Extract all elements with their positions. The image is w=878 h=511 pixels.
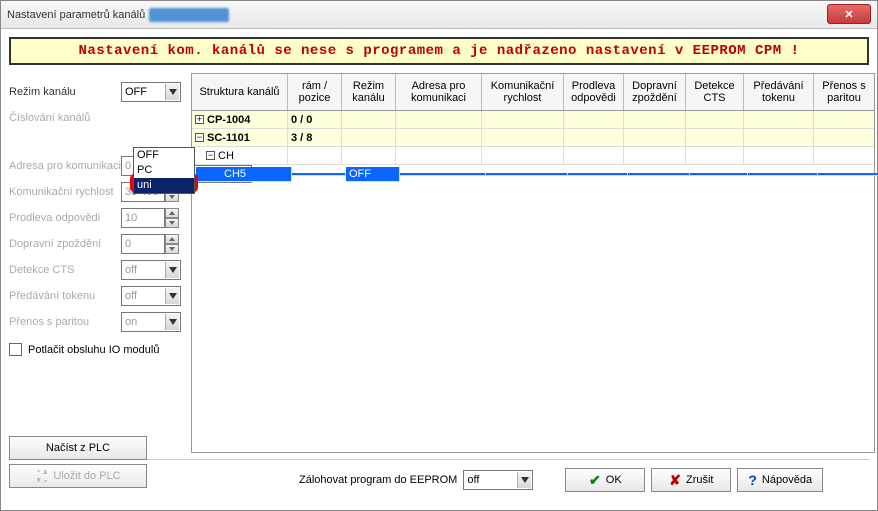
channel-grid: Struktura kanálůrám / poziceRežim kanálu… bbox=[191, 73, 875, 453]
chevron-down-icon bbox=[165, 262, 179, 278]
select-parita[interactable]: on bbox=[121, 312, 181, 332]
column-header[interactable]: Prodleva odpovědi bbox=[564, 74, 624, 110]
select-backup[interactable]: off bbox=[463, 470, 533, 490]
row-rezim-kanalu: Režim kanálu OFF bbox=[9, 81, 181, 103]
ok-button[interactable]: ✔ OK bbox=[565, 468, 645, 492]
column-header[interactable]: Dopravní zpoždění bbox=[624, 74, 686, 110]
column-header[interactable]: Adresa pro komunikaci bbox=[396, 74, 482, 110]
refresh-icon bbox=[35, 470, 49, 482]
collapse-icon[interactable]: − bbox=[195, 133, 204, 142]
label-detekce: Detekce CTS bbox=[9, 264, 121, 276]
column-header[interactable]: rám / pozice bbox=[288, 74, 342, 110]
label-rezim-kanalu: Režim kanálu bbox=[9, 86, 121, 98]
dropdown-option[interactable]: PC bbox=[134, 163, 194, 178]
table-row[interactable]: CH5OFF bbox=[192, 165, 252, 183]
chevron-down-icon bbox=[517, 472, 531, 488]
row-parita: Přenos s paritou on bbox=[9, 311, 181, 333]
table-row[interactable]: +CP-10040 / 0 bbox=[192, 111, 874, 129]
column-header[interactable]: Detekce CTS bbox=[686, 74, 744, 110]
close-icon: ✕ bbox=[844, 8, 853, 21]
row-cislovani-kanalu: Číslování kanálů bbox=[9, 107, 181, 129]
chevron-down-icon bbox=[165, 84, 179, 100]
checkbox-potlacit[interactable]: Potlačit obsluhu IO modulů bbox=[9, 343, 181, 356]
select-rezim-kanalu[interactable]: OFF bbox=[121, 82, 181, 102]
row-token: Předávání tokenu off bbox=[9, 285, 181, 307]
label-adresa: Adresa pro komunikaci bbox=[9, 160, 121, 172]
titlebar: Nastavení parametrů kanálů ✕ bbox=[1, 1, 877, 29]
label-zpozdeni: Dopravní zpoždění bbox=[9, 238, 121, 250]
check-icon: ✔ bbox=[589, 472, 601, 489]
expand-icon[interactable]: + bbox=[195, 115, 204, 124]
help-button[interactable]: ? Nápověda bbox=[737, 468, 823, 492]
window: Nastavení parametrů kanálů ✕ Nastavení k… bbox=[0, 0, 878, 511]
dropdown-option[interactable]: uni bbox=[134, 178, 194, 193]
label-token: Předávání tokenu bbox=[9, 290, 121, 302]
collapse-icon[interactable]: − bbox=[206, 151, 215, 160]
column-header[interactable]: Předávání tokenu bbox=[744, 74, 814, 110]
help-icon: ? bbox=[748, 472, 757, 488]
close-button[interactable]: ✕ bbox=[827, 4, 871, 24]
row-prodleva: Prodleva odpovědi 10 bbox=[9, 207, 181, 229]
label-cislovani: Číslování kanálů bbox=[9, 112, 121, 124]
backup-label: Zálohovat program do EEPROM bbox=[299, 474, 457, 486]
column-header[interactable]: Režim kanálu bbox=[342, 74, 396, 110]
grid-body[interactable]: +CP-10040 / 0−SC-11013 / 8−CHCH5OFF bbox=[192, 111, 874, 452]
spinner-zpozdeni[interactable]: 0 bbox=[121, 234, 179, 254]
left-panel: Režim kanálu OFF Číslování kanálů Adresa… bbox=[9, 73, 181, 453]
column-header[interactable]: Přenos s paritou bbox=[814, 74, 874, 110]
label-parita: Přenos s paritou bbox=[9, 316, 121, 328]
dropdown-option[interactable]: OFF bbox=[134, 148, 194, 163]
title-redacted bbox=[149, 8, 229, 22]
grid-header: Struktura kanálůrám / poziceRežim kanálu… bbox=[192, 74, 874, 111]
load-from-plc-button[interactable]: Načíst z PLC bbox=[9, 436, 147, 460]
column-header[interactable]: Struktura kanálů bbox=[192, 74, 288, 110]
column-header[interactable]: Komunikační rychlost bbox=[482, 74, 564, 110]
table-row[interactable]: −SC-11013 / 8 bbox=[192, 129, 874, 147]
window-title: Nastavení parametrů kanálů bbox=[7, 9, 145, 21]
save-to-plc-button[interactable]: Uložit do PLC bbox=[9, 464, 147, 488]
banner-text: Nastavení kom. kanálů se nese s programe… bbox=[78, 43, 799, 59]
select-detekce[interactable]: off bbox=[121, 260, 181, 280]
warning-banner: Nastavení kom. kanálů se nese s programe… bbox=[9, 37, 869, 65]
checkbox-label: Potlačit obsluhu IO modulů bbox=[28, 344, 159, 356]
spinner-prodleva[interactable]: 10 bbox=[121, 208, 179, 228]
table-row[interactable]: −CH bbox=[192, 147, 874, 165]
select-token[interactable]: off bbox=[121, 286, 181, 306]
cancel-button[interactable]: ✘ Zrušit bbox=[651, 468, 731, 492]
row-zpozdeni: Dopravní zpoždění 0 bbox=[9, 233, 181, 255]
row-detekce: Detekce CTS off bbox=[9, 259, 181, 281]
label-rychlost: Komunikační rychlost bbox=[9, 186, 121, 198]
rezim-dropdown-list[interactable]: OFFPCuni bbox=[133, 147, 195, 194]
chevron-down-icon bbox=[165, 288, 179, 304]
label-prodleva: Prodleva odpovědi bbox=[9, 212, 121, 224]
cross-icon: ✘ bbox=[669, 472, 681, 489]
checkbox-box bbox=[9, 343, 22, 356]
chevron-down-icon bbox=[165, 314, 179, 330]
